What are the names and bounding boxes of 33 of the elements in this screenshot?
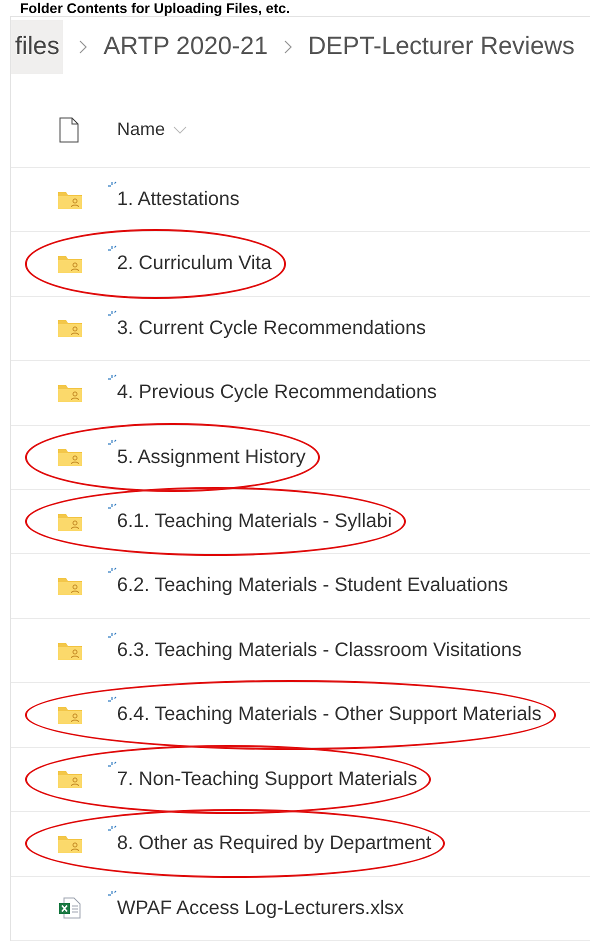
file-name-link[interactable]: 2. Curriculum Vita xyxy=(117,249,272,279)
shared-folder-icon xyxy=(57,254,83,274)
breadcrumb-link[interactable]: ARTP 2020-21 xyxy=(103,28,268,66)
file-type-icon xyxy=(59,116,79,143)
shared-folder-icon xyxy=(57,576,83,596)
breadcrumb-link[interactable]: DEPT-Lecturer Reviews xyxy=(308,28,575,66)
shared-folder-icon xyxy=(57,834,83,854)
shared-folder-icon xyxy=(57,190,83,210)
file-name-link[interactable]: 6.4. Teaching Materials - Other Support Materials xyxy=(117,700,542,730)
file-name-link[interactable]: 1. Attestations xyxy=(117,184,240,214)
file-name-link[interactable]: 6.3. Teaching Materials - Classroom Visitations xyxy=(117,636,522,666)
name-column-header[interactable]: Name xyxy=(117,116,188,144)
shared-folder-icon xyxy=(57,769,83,790)
file-name-link[interactable]: 6.2. Teaching Materials - Student Evaluations xyxy=(117,571,508,601)
spreadsheet-file-icon xyxy=(58,896,82,920)
file-name-link[interactable]: 5. Assignment History xyxy=(117,442,306,472)
shared-folder-icon xyxy=(57,704,83,725)
breadcrumb-link[interactable]: files xyxy=(11,20,64,74)
file-name-link[interactable]: 7. Non-Teaching Support Materials xyxy=(117,764,418,794)
file-name-link[interactable]: WPAF Access Log-Lecturers.xlsx xyxy=(117,894,404,923)
chevron-icon xyxy=(284,40,292,54)
chevron-icon xyxy=(79,40,88,54)
shared-folder-icon xyxy=(57,640,83,661)
file-name-link[interactable]: 8. Other as Required by Department xyxy=(117,829,432,858)
file-name-link[interactable]: 6.1. Teaching Materials - Syllabi xyxy=(117,507,392,536)
shared-folder-icon xyxy=(57,382,83,403)
file-name-link[interactable]: 3. Current Cycle Recommendations xyxy=(117,314,426,344)
shared-folder-icon xyxy=(57,447,83,468)
page-heading: Folder Contents for Uploading Files, etc. xyxy=(19,0,291,16)
shared-folder-icon xyxy=(57,512,83,532)
sort-caret-icon xyxy=(173,126,188,134)
file-name-link[interactable]: 4. Previous Cycle Recommendations xyxy=(117,378,437,408)
shared-folder-icon xyxy=(57,318,83,338)
